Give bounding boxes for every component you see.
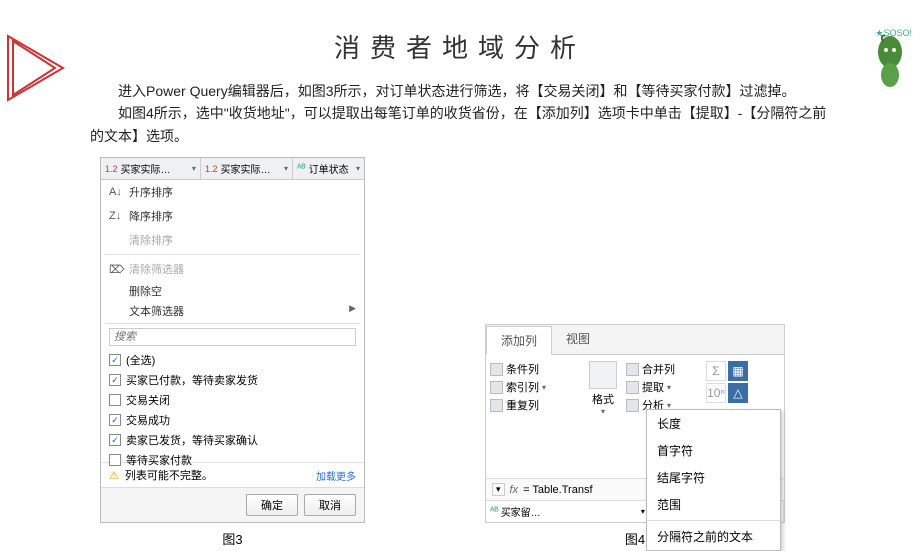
number-type-icon: 1.2 bbox=[105, 164, 118, 174]
chevron-down-icon: ▾ bbox=[356, 164, 360, 173]
clear-filter-icon: ⌦ bbox=[109, 263, 123, 276]
calc-icon[interactable]: ▦ bbox=[728, 361, 748, 381]
filter-check-closed[interactable]: 交易关闭 bbox=[109, 390, 356, 410]
extract-before-delimiter[interactable]: 分隔符之前的文本 bbox=[647, 523, 780, 550]
filter-check-shipped[interactable]: ✓卖家已发货，等待买家确认 bbox=[109, 430, 356, 450]
sort-ascending[interactable]: A↓升序排序 bbox=[101, 180, 364, 204]
column-header-2[interactable]: 1.2买家实际…▾ bbox=[201, 158, 293, 179]
filter-check-all[interactable]: ✓(全选) bbox=[109, 350, 356, 370]
column-headers: 1.2买家实际…▾ 1.2买家实际…▾ ᴬᴮ订单状态▾ bbox=[101, 158, 364, 180]
paragraph-1: 进入Power Query编辑器后，如图3所示，对订单状态进行筛选，将【交易关闭… bbox=[90, 80, 830, 102]
formula-text: = Table.Transf bbox=[523, 484, 592, 496]
extract-last-chars[interactable]: 结尾字符 bbox=[647, 464, 780, 491]
clear-sort: 清除排序 bbox=[101, 228, 364, 252]
filter-check-success[interactable]: ✓交易成功 bbox=[109, 410, 356, 430]
extract-icon bbox=[626, 381, 639, 394]
submenu-arrow-icon: ▶ bbox=[349, 303, 356, 314]
format-icon bbox=[589, 361, 617, 389]
extract-range[interactable]: 范围 bbox=[647, 491, 780, 518]
text-type-icon: ᴬᴮ bbox=[297, 163, 306, 174]
filter-check-paid[interactable]: ✓买家已付款，等待卖家发货 bbox=[109, 370, 356, 390]
mascot-icon bbox=[865, 30, 915, 90]
checkbox-icon bbox=[109, 454, 121, 466]
column-header-3[interactable]: ᴬᴮ订单状态▾ bbox=[293, 158, 364, 179]
checkbox-icon: ✓ bbox=[109, 354, 121, 366]
checkbox-icon bbox=[109, 394, 121, 406]
duplicate-col-icon bbox=[490, 399, 503, 412]
sigma-icon[interactable]: Σ bbox=[706, 361, 726, 381]
brand-triangle-icon bbox=[5, 33, 75, 103]
fx-icon: fx bbox=[510, 484, 519, 496]
column-header-1[interactable]: 1.2买家实际…▾ bbox=[101, 158, 201, 179]
incomplete-list-warning: 列表可能不完整。 bbox=[125, 467, 213, 483]
filter-dropdown-panel: 1.2买家实际…▾ 1.2买家实际…▾ ᴬᴮ订单状态▾ A↓升序排序 Z↓降序排… bbox=[100, 157, 365, 523]
chevron-down-icon: ▾ bbox=[192, 164, 196, 173]
extract-first-chars[interactable]: 首字符 bbox=[647, 437, 780, 464]
grid-col-remark[interactable]: ᴬᴮ买家留…▾ bbox=[486, 501, 650, 522]
number-type-icon: 1.2 bbox=[205, 164, 218, 174]
filter-search-input[interactable] bbox=[109, 328, 356, 346]
chevron-down-icon: ▾ bbox=[601, 407, 605, 416]
index-col-icon bbox=[490, 381, 503, 394]
duplicate-column-button[interactable]: 重复列 bbox=[490, 397, 580, 413]
checkbox-icon: ✓ bbox=[109, 434, 121, 446]
remove-empty[interactable]: 删除空 bbox=[101, 281, 364, 301]
extract-button[interactable]: 提取▾ bbox=[626, 379, 696, 395]
filter-values-list: ✓(全选) ✓买家已付款，等待卖家发货 交易关闭 ✓交易成功 ✓卖家已发货，等待… bbox=[109, 350, 356, 460]
merge-columns-button[interactable]: 合并列 bbox=[626, 361, 696, 377]
conditional-column-button[interactable]: 条件列 bbox=[490, 361, 580, 377]
conditional-col-icon bbox=[490, 363, 503, 376]
chevron-down-icon: ▾ bbox=[284, 164, 288, 173]
stats-group: Σ ▦ 10ⁿ △ bbox=[706, 361, 748, 416]
extract-length[interactable]: 长度 bbox=[647, 410, 780, 437]
checkbox-icon: ✓ bbox=[109, 374, 121, 386]
extract-dropdown-menu: 长度 首字符 结尾字符 范围 分隔符之前的文本 bbox=[646, 409, 781, 551]
ok-button[interactable]: 确定 bbox=[246, 494, 298, 516]
tab-view[interactable]: 视图 bbox=[552, 325, 604, 354]
figure3-caption: 图3 bbox=[222, 529, 242, 548]
load-more-link[interactable]: 加载更多 bbox=[316, 468, 356, 483]
dropdown-icon[interactable]: ▾ bbox=[492, 483, 505, 496]
page-title: 消费者地域分析 bbox=[0, 28, 920, 65]
merge-icon bbox=[626, 363, 639, 376]
format-button[interactable]: 格式 ▾ bbox=[586, 361, 620, 416]
sort-descending[interactable]: Z↓降序排序 bbox=[101, 204, 364, 228]
sort-desc-icon: Z↓ bbox=[109, 210, 123, 222]
exp-icon[interactable]: 10ⁿ bbox=[706, 383, 726, 403]
cancel-button[interactable]: 取消 bbox=[304, 494, 356, 516]
ribbon-panel: 添加列 视图 条件列 索引列▾ 重复列 格式 ▾ 合并列 提取▾ 分析▾ bbox=[485, 324, 785, 523]
trig-icon[interactable]: △ bbox=[728, 383, 748, 403]
figure4-caption: 图4 bbox=[625, 529, 645, 548]
sort-asc-icon: A↓ bbox=[109, 186, 123, 198]
index-column-button[interactable]: 索引列▾ bbox=[490, 379, 580, 395]
parse-icon bbox=[626, 399, 639, 412]
text-filters-submenu[interactable]: 文本筛选器▶ bbox=[101, 301, 364, 321]
checkbox-icon: ✓ bbox=[109, 414, 121, 426]
clear-filter: ⌦清除筛选器 bbox=[101, 257, 364, 281]
tab-add-column[interactable]: 添加列 bbox=[486, 326, 552, 355]
paragraph-2: 如图4所示，选中"收货地址"，可以提取出每笔订单的收货省份，在【添加列】选项卡中… bbox=[90, 102, 830, 147]
body-text: 进入Power Query编辑器后，如图3所示，对订单状态进行筛选，将【交易关闭… bbox=[90, 80, 830, 147]
warning-icon: ⚠ bbox=[109, 469, 119, 482]
